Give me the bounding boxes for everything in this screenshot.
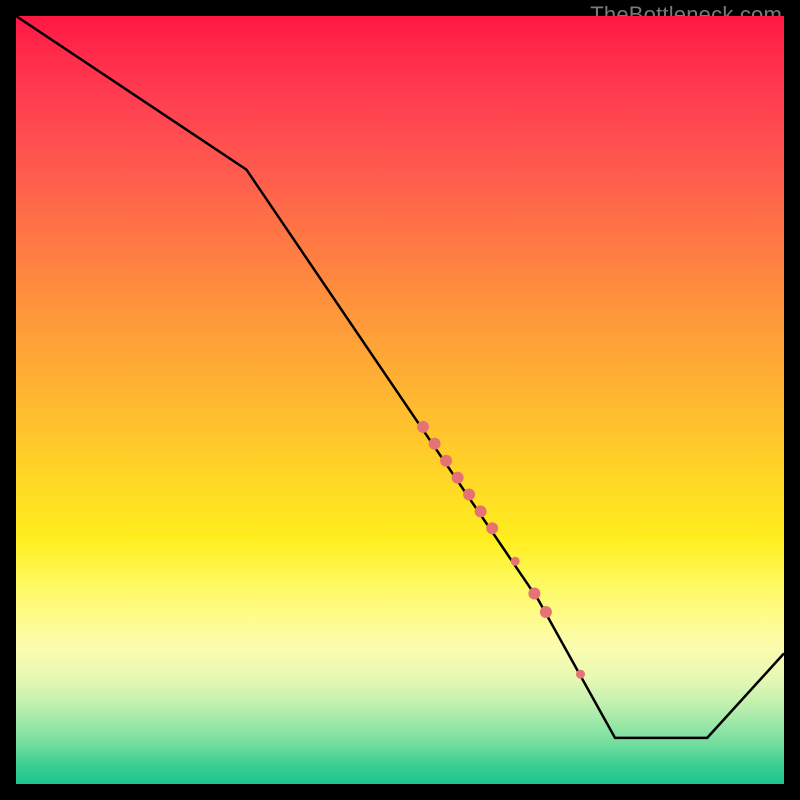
chart-svg <box>16 16 784 784</box>
plot-area <box>16 16 784 784</box>
chart-container: TheBottleneck.com <box>0 0 800 800</box>
data-marker <box>528 588 540 600</box>
data-marker <box>463 489 475 501</box>
data-marker <box>440 455 452 467</box>
data-marker <box>486 522 498 534</box>
bottleneck-curve <box>16 16 784 738</box>
data-marker <box>452 472 464 484</box>
data-marker <box>429 438 441 450</box>
data-marker <box>417 421 429 433</box>
data-marker <box>475 505 487 517</box>
data-marker <box>511 557 520 566</box>
data-marker <box>576 670 585 679</box>
data-marker <box>540 606 552 618</box>
